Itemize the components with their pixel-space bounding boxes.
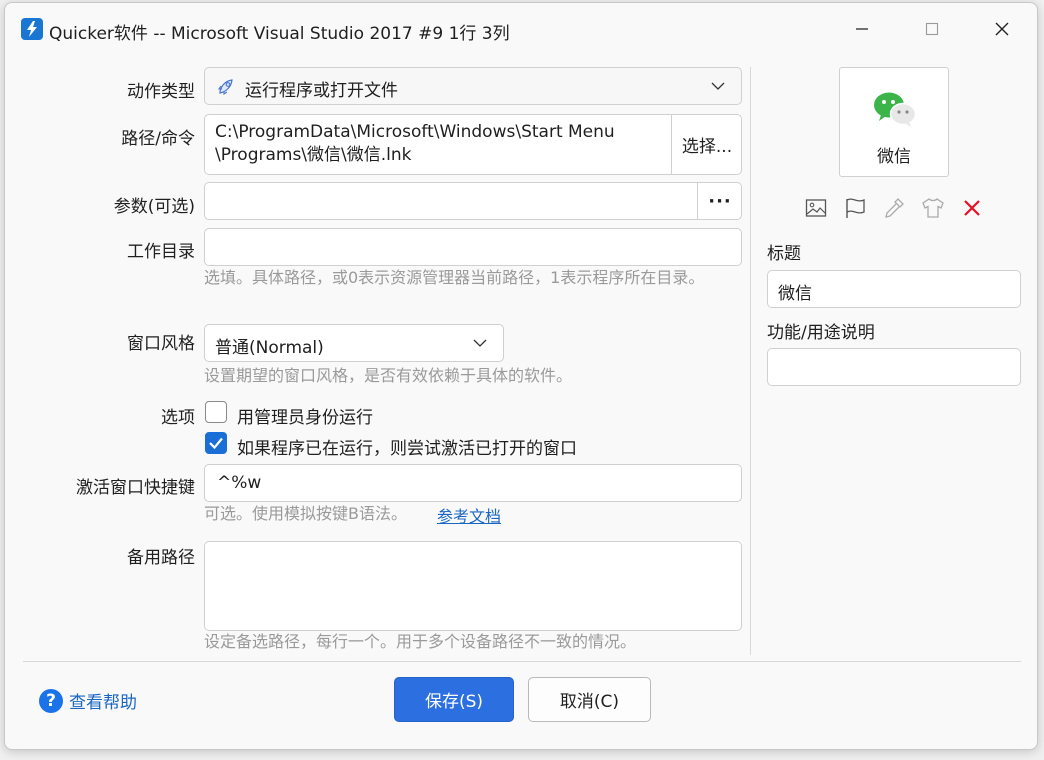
help-icon: ?	[39, 688, 63, 713]
workdir-label: 工作目录	[127, 242, 195, 262]
close-icon	[995, 22, 1009, 36]
path-field[interactable]: C:\ProgramData\Microsoft\Windows\Start M…	[204, 114, 742, 175]
window-style-label: 窗口风格	[127, 334, 195, 354]
params-field[interactable]: ···	[204, 182, 742, 220]
browse-button[interactable]: 选择...	[672, 115, 742, 174]
eyedropper-button[interactable]	[881, 195, 907, 221]
action-type-label: 动作类型	[127, 82, 195, 102]
horizontal-divider	[23, 661, 1021, 662]
checkmark-icon	[209, 437, 223, 450]
title-input[interactable]: 微信	[767, 270, 1021, 308]
backup-path-hint: 设定备选路径，每行一个。用于多个设备路径不一致的情况。	[204, 632, 637, 651]
workdir-input[interactable]	[204, 228, 742, 266]
activate-window-label: 如果程序已在运行，则尝试激活已打开的窗口	[237, 439, 577, 459]
chevron-down-icon	[473, 339, 487, 347]
window-title: Quicker软件 -- Microsoft Visual Studio 201…	[49, 24, 510, 44]
flag-button[interactable]	[842, 195, 868, 221]
backup-path-textarea[interactable]	[204, 541, 742, 631]
quicker-app-icon	[21, 18, 43, 40]
options-label: 选项	[161, 408, 195, 428]
maximize-button[interactable]	[897, 3, 967, 55]
eyedropper-icon	[885, 198, 904, 218]
action-icon-preview[interactable]: 微信	[839, 67, 949, 177]
path-label: 路径/命令	[121, 129, 195, 149]
tshirt-button[interactable]	[920, 195, 946, 221]
window-style-value: 普通(Normal)	[215, 338, 324, 358]
dialog-window: Quicker软件 -- Microsoft Visual Studio 201…	[4, 2, 1038, 750]
params-more-button[interactable]: ···	[698, 183, 742, 219]
wechat-icon	[874, 92, 917, 127]
run-as-admin-label: 用管理员身份运行	[237, 408, 373, 428]
reference-docs-link[interactable]: 参考文档	[437, 503, 501, 527]
path-value[interactable]: C:\ProgramData\Microsoft\Windows\Start M…	[215, 121, 670, 167]
save-button[interactable]: 保存(S)	[394, 677, 514, 722]
cancel-button[interactable]: 取消(C)	[528, 677, 651, 722]
params-label: 参数(可选)	[113, 197, 195, 217]
path-line-2: \Programs\微信\微信.lnk	[215, 145, 412, 165]
maximize-icon	[925, 22, 939, 36]
workdir-hint: 选填。具体路径，或0表示资源管理器当前路径，1表示程序所在目录。	[204, 268, 705, 287]
description-input[interactable]	[767, 348, 1021, 386]
delete-icon	[964, 200, 980, 216]
window-style-hint: 设置期望的窗口风格，是否有效依赖于具体的软件。	[204, 366, 573, 385]
preview-label: 微信	[877, 147, 911, 167]
title-bar: Quicker软件 -- Microsoft Visual Studio 201…	[5, 3, 1037, 55]
minimize-button[interactable]	[827, 3, 897, 55]
help-link[interactable]: ? 查看帮助	[39, 688, 137, 713]
chevron-down-icon	[711, 82, 725, 90]
hotkey-input[interactable]: ^%w	[204, 464, 742, 502]
flag-icon	[846, 198, 865, 218]
image-icon	[805, 199, 827, 217]
hotkey-hint: 可选。使用模拟按键B语法。	[204, 504, 407, 523]
window-style-select[interactable]: 普通(Normal)	[204, 324, 504, 362]
hotkey-label: 激活窗口快捷键	[76, 478, 195, 498]
vertical-divider	[750, 67, 751, 655]
path-line-1: C:\ProgramData\Microsoft\Windows\Start M…	[215, 122, 615, 142]
action-type-select[interactable]: 运行程序或打开文件	[204, 67, 742, 105]
action-type-value: 运行程序或打开文件	[245, 81, 398, 101]
description-label: 功能/用途说明	[767, 323, 875, 343]
image-button[interactable]	[803, 195, 829, 221]
run-as-admin-checkbox[interactable]	[205, 401, 227, 423]
help-label: 查看帮助	[69, 693, 137, 713]
activate-window-checkbox[interactable]	[205, 432, 227, 454]
hotkey-value: ^%w	[217, 473, 262, 493]
title-value: 微信	[778, 284, 812, 304]
rocket-icon	[217, 79, 233, 96]
backup-path-label: 备用路径	[127, 548, 195, 568]
close-button[interactable]	[967, 3, 1037, 55]
minimize-icon	[856, 28, 868, 30]
tshirt-icon	[922, 198, 944, 218]
title-field-label: 标题	[767, 244, 801, 264]
delete-button[interactable]	[959, 195, 985, 221]
